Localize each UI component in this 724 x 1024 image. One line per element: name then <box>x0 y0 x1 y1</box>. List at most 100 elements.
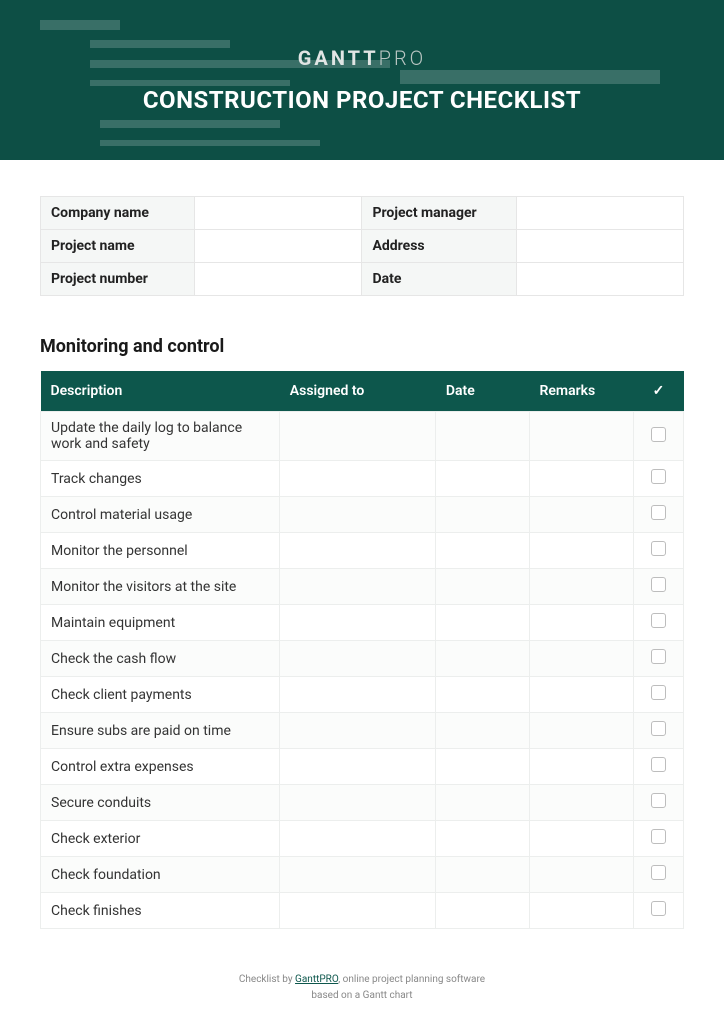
cell-remarks[interactable] <box>530 412 634 461</box>
company-name-value[interactable] <box>195 197 362 230</box>
cell-assigned-to[interactable] <box>280 569 436 605</box>
date-label: Date <box>362 263 516 296</box>
cell-assigned-to[interactable] <box>280 605 436 641</box>
cell-assigned-to[interactable] <box>280 641 436 677</box>
cell-date[interactable] <box>436 497 530 533</box>
project-manager-value[interactable] <box>516 197 683 230</box>
cell-assigned-to[interactable] <box>280 785 436 821</box>
cell-assigned-to[interactable] <box>280 497 436 533</box>
cell-assigned-to[interactable] <box>280 893 436 929</box>
cell-check <box>634 749 684 785</box>
cell-description: Control material usage <box>41 497 280 533</box>
cell-description: Secure conduits <box>41 785 280 821</box>
table-row: Update the daily log to balance work and… <box>41 412 684 461</box>
logo-text-2: PRO <box>379 46 427 70</box>
cell-check <box>634 605 684 641</box>
footer-suffix: , online project planning software <box>338 974 485 985</box>
cell-remarks[interactable] <box>530 857 634 893</box>
footer: Checklist by GanttPRO, online project pl… <box>0 972 724 1004</box>
cell-remarks[interactable] <box>530 533 634 569</box>
table-row: Monitor the personnel <box>41 533 684 569</box>
company-name-label: Company name <box>41 197 195 230</box>
cell-date[interactable] <box>436 533 530 569</box>
cell-check <box>634 497 684 533</box>
checkbox[interactable] <box>651 757 666 772</box>
cell-date[interactable] <box>436 569 530 605</box>
cell-date[interactable] <box>436 785 530 821</box>
project-name-value[interactable] <box>195 230 362 263</box>
date-value[interactable] <box>516 263 683 296</box>
cell-remarks[interactable] <box>530 605 634 641</box>
cell-date[interactable] <box>436 821 530 857</box>
checkbox[interactable] <box>651 469 666 484</box>
cell-remarks[interactable] <box>530 749 634 785</box>
table-row: Ensure subs are paid on time <box>41 713 684 749</box>
cell-date[interactable] <box>436 893 530 929</box>
checkbox[interactable] <box>651 685 666 700</box>
table-row: Monitor the visitors at the site <box>41 569 684 605</box>
col-date: Date <box>436 371 530 412</box>
cell-check <box>634 893 684 929</box>
cell-assigned-to[interactable] <box>280 677 436 713</box>
cell-remarks[interactable] <box>530 497 634 533</box>
cell-check <box>634 533 684 569</box>
footer-line2: based on a Gantt chart <box>311 990 412 1001</box>
cell-check <box>634 857 684 893</box>
cell-remarks[interactable] <box>530 785 634 821</box>
checkbox[interactable] <box>651 793 666 808</box>
cell-date[interactable] <box>436 605 530 641</box>
project-number-label: Project number <box>41 263 195 296</box>
cell-remarks[interactable] <box>530 713 634 749</box>
address-label: Address <box>362 230 516 263</box>
checkbox[interactable] <box>651 505 666 520</box>
cell-assigned-to[interactable] <box>280 412 436 461</box>
cell-assigned-to[interactable] <box>280 749 436 785</box>
cell-assigned-to[interactable] <box>280 857 436 893</box>
address-value[interactable] <box>516 230 683 263</box>
cell-description: Monitor the visitors at the site <box>41 569 280 605</box>
checklist-table: Description Assigned to Date Remarks ✓ U… <box>40 371 684 929</box>
cell-check <box>634 641 684 677</box>
cell-date[interactable] <box>436 713 530 749</box>
table-row: Track changes <box>41 461 684 497</box>
cell-date[interactable] <box>436 677 530 713</box>
page-title: CONSTRUCTION PROJECT CHECKLIST <box>143 86 581 114</box>
cell-description: Ensure subs are paid on time <box>41 713 280 749</box>
cell-remarks[interactable] <box>530 641 634 677</box>
cell-date[interactable] <box>436 412 530 461</box>
checkbox[interactable] <box>651 577 666 592</box>
cell-check <box>634 713 684 749</box>
cell-assigned-to[interactable] <box>280 533 436 569</box>
checkbox[interactable] <box>651 613 666 628</box>
checkbox[interactable] <box>651 829 666 844</box>
col-remarks: Remarks <box>530 371 634 412</box>
checkbox[interactable] <box>651 427 666 442</box>
cell-date[interactable] <box>436 749 530 785</box>
cell-date[interactable] <box>436 857 530 893</box>
checkbox[interactable] <box>651 649 666 664</box>
cell-date[interactable] <box>436 641 530 677</box>
cell-assigned-to[interactable] <box>280 821 436 857</box>
cell-remarks[interactable] <box>530 821 634 857</box>
project-number-value[interactable] <box>195 263 362 296</box>
cell-remarks[interactable] <box>530 893 634 929</box>
meta-table: Company name Project manager Project nam… <box>40 196 684 296</box>
cell-remarks[interactable] <box>530 461 634 497</box>
footer-prefix: Checklist by <box>239 974 295 985</box>
cell-date[interactable] <box>436 461 530 497</box>
cell-assigned-to[interactable] <box>280 713 436 749</box>
footer-link[interactable]: GanttPRO <box>295 974 338 985</box>
checkbox[interactable] <box>651 541 666 556</box>
checkbox[interactable] <box>651 865 666 880</box>
cell-description: Check the cash flow <box>41 641 280 677</box>
col-check: ✓ <box>634 371 684 412</box>
checkbox[interactable] <box>651 721 666 736</box>
table-row: Check foundation <box>41 857 684 893</box>
cell-assigned-to[interactable] <box>280 461 436 497</box>
cell-description: Update the daily log to balance work and… <box>41 412 280 461</box>
checkbox[interactable] <box>651 901 666 916</box>
cell-description: Check exterior <box>41 821 280 857</box>
cell-remarks[interactable] <box>530 677 634 713</box>
section-title: Monitoring and control <box>40 336 684 357</box>
cell-remarks[interactable] <box>530 569 634 605</box>
